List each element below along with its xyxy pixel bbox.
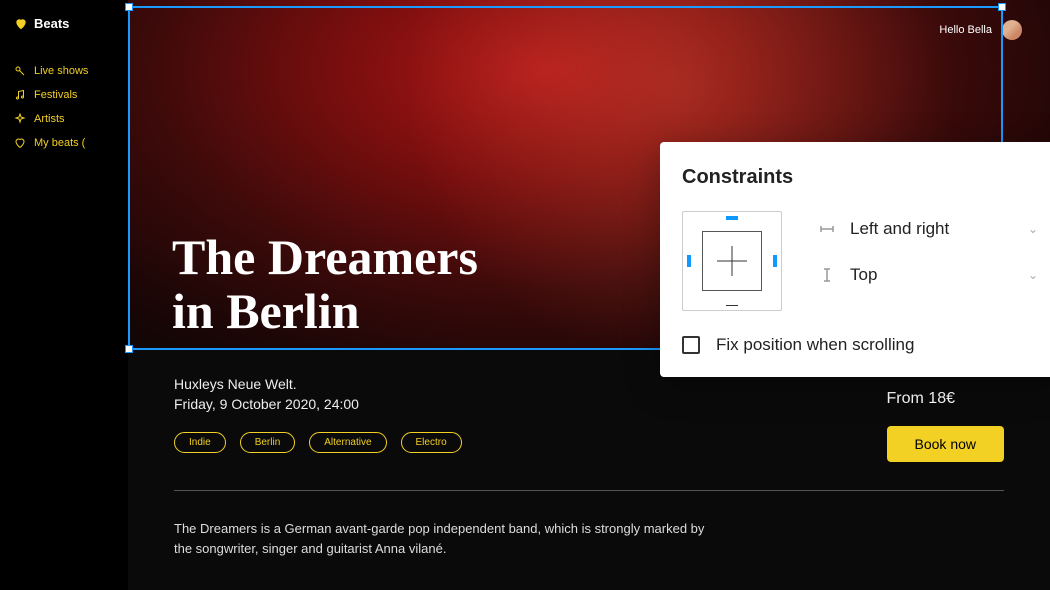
vertical-constraint-select[interactable]: Top ⌄	[818, 265, 1038, 285]
tag-list: Indie Berlin Alternative Electro	[174, 432, 462, 453]
hero-title: The Dreamers in Berlin	[172, 230, 478, 338]
divider	[174, 490, 1004, 491]
sidebar-item-festivals[interactable]: Festivals	[14, 83, 128, 107]
fix-position-label: Fix position when scrolling	[716, 335, 914, 355]
tag-electro[interactable]: Electro	[401, 432, 462, 453]
horizontal-constraint-label: Left and right	[850, 219, 1014, 239]
tag-alternative[interactable]: Alternative	[309, 432, 386, 453]
constraints-panel: Constraints Left and right ⌄ Top ⌄	[660, 142, 1050, 377]
hero-title-line2: in Berlin	[172, 283, 360, 339]
event-description: The Dreamers is a German avant-garde pop…	[174, 519, 714, 559]
hero-title-line1: The Dreamers	[172, 229, 478, 285]
constraint-pin-top[interactable]	[726, 216, 738, 220]
tag-indie[interactable]: Indie	[174, 432, 226, 453]
sidebar-item-artists[interactable]: Artists	[14, 107, 128, 131]
horizontal-constraint-select[interactable]: Left and right ⌄	[818, 219, 1038, 239]
mic-icon	[14, 65, 26, 77]
constraint-pin-bottom[interactable]	[726, 305, 738, 306]
venue-name: Huxleys Neue Welt.	[174, 376, 462, 392]
event-details: Huxleys Neue Welt. Friday, 9 October 202…	[128, 350, 1050, 559]
constraint-widget[interactable]	[682, 211, 782, 311]
heart-icon	[14, 17, 28, 31]
vertical-icon	[818, 266, 836, 284]
brand-name: Beats	[34, 16, 69, 31]
chevron-down-icon: ⌄	[1028, 268, 1038, 282]
constraint-pin-right[interactable]	[773, 255, 777, 267]
horizontal-icon	[818, 220, 836, 238]
fix-position-checkbox[interactable]	[682, 336, 700, 354]
sidebar-item-label: Live shows	[34, 65, 88, 77]
constraints-title: Constraints	[682, 166, 1038, 189]
user-greeting: Hello Bella	[939, 24, 992, 36]
heart-outline-icon	[14, 137, 26, 149]
tag-berlin[interactable]: Berlin	[240, 432, 296, 453]
book-now-button[interactable]: Book now	[887, 426, 1004, 462]
avatar[interactable]	[1002, 20, 1022, 40]
sidebar-item-label: My beats (	[34, 137, 85, 149]
music-icon	[14, 89, 26, 101]
sidebar: Beats Live shows Festivals Artists My be…	[0, 0, 128, 590]
vertical-constraint-label: Top	[850, 265, 1014, 285]
sidebar-item-label: Artists	[34, 113, 65, 125]
constraint-inner-box	[702, 231, 762, 291]
sidebar-item-live-shows[interactable]: Live shows	[14, 59, 128, 83]
sparkle-icon	[14, 113, 26, 125]
brand-logo[interactable]: Beats	[14, 16, 128, 31]
price-label: From 18€	[887, 390, 1004, 408]
user-chip[interactable]: Hello Bella	[939, 20, 1022, 40]
chevron-down-icon: ⌄	[1028, 222, 1038, 236]
sidebar-item-label: Festivals	[34, 89, 77, 101]
sidebar-item-my-beats[interactable]: My beats (	[14, 131, 128, 155]
event-datetime: Friday, 9 October 2020, 24:00	[174, 396, 462, 412]
constraint-pin-left[interactable]	[687, 255, 691, 267]
